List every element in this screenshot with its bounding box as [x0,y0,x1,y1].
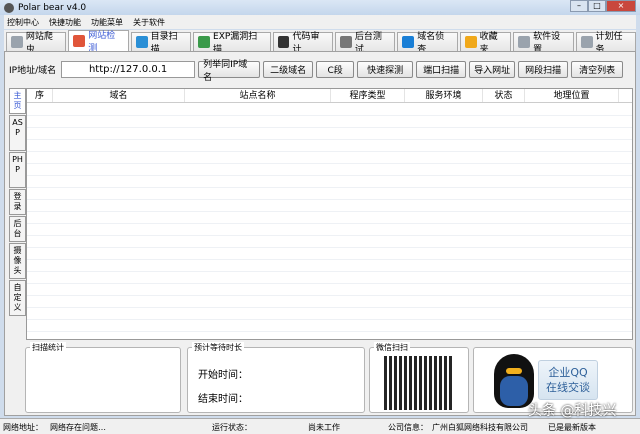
port-scan-button[interactable]: 端口扫描 [416,61,467,78]
menu-shortcuts[interactable]: 快捷功能 [49,17,81,28]
status-bar: 网络地址： 网络存在问题… 运行状态： 尚未工作 公司信息： 广州白狐网络科技有… [0,418,640,434]
menu-bar: 控制中心 快捷功能 功能菜单 关于软件 [4,15,636,29]
segment-scan-button[interactable]: 网段扫描 [518,61,569,78]
code-icon [277,36,290,48]
spider-icon [11,36,23,48]
scan-stats-title: 扫描统计 [30,342,66,353]
tab-admin-test[interactable]: 后台测试 [335,32,396,55]
tab-crawler[interactable]: 网站爬虫 [6,32,67,55]
main-panel: IP地址/域名 列举同IP域名 二级域名 C段 快速探测 端口扫描 导入网址 网… [4,51,636,416]
net-label: 网络地址： [3,423,43,432]
eta-title: 预计等待时长 [192,342,244,353]
app-bear-icon [4,2,14,13]
tab-scheduled-tasks[interactable]: 计划任务 [575,32,637,55]
net-value: 网络存在问题… [50,423,106,432]
tab-dir-scan[interactable]: 目录扫描 [130,32,192,55]
gear-icon [518,36,531,48]
side-tab-asp[interactable]: ASP [9,115,26,151]
side-tab-php[interactable]: PHP [9,152,26,188]
col-index[interactable]: 序 [27,89,53,102]
qq-line2: 在线交谈 [546,381,590,394]
tab-domain-recon[interactable]: 域名侦查 [397,32,458,55]
side-tab-camera[interactable]: 摄像头 [9,243,26,279]
side-tab-login[interactable]: 登录 [9,189,26,215]
window-title: Polar bear v4.0 [18,2,87,13]
results-table[interactable]: 序 域名 站点名称 程序类型 服务环境 状态 地理位置 [26,88,633,340]
table-header: 序 域名 站点名称 程序类型 服务环境 状态 地理位置 [27,89,632,103]
menu-about[interactable]: 关于软件 [133,17,165,28]
star-icon [464,36,477,48]
send-icon [135,36,148,48]
side-tabs: 主页 ASP PHP 登录 后台 摄像头 自定义 [9,88,26,317]
ip-domain-input[interactable] [61,61,196,78]
col-location[interactable]: 地理位置 [525,89,619,102]
side-tab-admin[interactable]: 后台 [9,216,26,242]
col-status[interactable]: 状态 [483,89,525,102]
start-time-label: 开始时间： [198,370,248,381]
col-site-name[interactable]: 站点名称 [185,89,331,102]
clear-list-button[interactable]: 清空列表 [571,61,624,78]
side-tab-home[interactable]: 主页 [9,88,26,114]
wechat-qr-code-icon [384,356,454,410]
tab-settings[interactable]: 软件设置 [513,32,574,55]
c-segment-button[interactable]: C段 [316,61,355,78]
col-program-type[interactable]: 程序类型 [331,89,405,102]
qq-chat-button[interactable]: 企业QQ 在线交谈 [538,360,598,400]
run-value: 尚未工作 [308,423,340,432]
run-label: 运行状态： [212,423,252,432]
wechat-title: 微信扫扫 [374,342,410,353]
tab-favorites[interactable]: 收藏夹 [459,32,512,55]
col-domain[interactable]: 域名 [53,89,185,102]
close-button[interactable]: × [606,0,636,12]
end-time-label: 结束时间： [198,394,248,405]
wechat-box: 微信扫扫 [369,342,469,413]
side-tab-custom[interactable]: 自定义 [9,280,26,316]
main-tabs: 网站爬虫 网站检测 目录扫描 EXP漏洞扫描 代码审计 后台测试 域名侦查 收藏夹 软件设置 计划… [4,30,637,55]
company-value: 广州白狐网络科技有限公司 [432,423,528,432]
clipboard-icon [580,36,593,48]
exp-icon [198,36,211,48]
tab-code-audit[interactable]: 代码审计 [272,32,333,55]
import-url-button[interactable]: 导入网址 [469,61,516,78]
subdomain-button[interactable]: 二级域名 [263,61,314,78]
title-bar: Polar bear v4.0 – □ × [0,0,640,15]
empty-rows [27,104,632,339]
ie-icon [402,36,415,48]
col-server-env[interactable]: 服务环境 [405,89,483,102]
tab-site-check[interactable]: 网站检测 [68,30,129,54]
maximize-button[interactable]: □ [588,0,606,12]
list-same-ip-button[interactable]: 列举同IP域名 [198,60,261,83]
version-status: 已是最新版本 [548,423,596,432]
qq-line1: 企业QQ [548,366,588,379]
watermark: 头条 @科技兴 [528,403,617,419]
ip-domain-label: IP地址/域名 [9,66,57,76]
menu-functions[interactable]: 功能菜单 [91,17,123,28]
scan-stats-box: 扫描统计 [25,342,181,413]
eta-box: 预计等待时长 开始时间： 结束时间： [187,342,365,413]
key-icon [340,36,352,48]
minimize-button[interactable]: – [570,0,588,12]
quick-probe-button[interactable]: 快速探测 [357,61,414,78]
menu-control-center[interactable]: 控制中心 [7,17,39,28]
company-label: 公司信息： [388,423,428,432]
tab-exp-scan[interactable]: EXP漏洞扫描 [193,32,271,55]
target-icon [73,35,86,47]
